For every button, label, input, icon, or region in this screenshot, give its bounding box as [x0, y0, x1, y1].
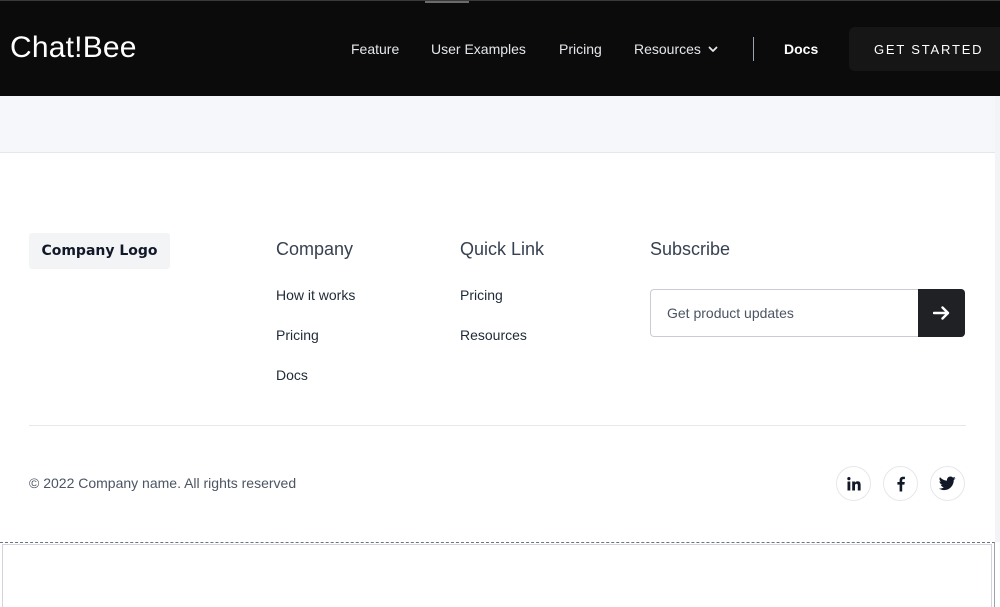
arrow-right-icon [932, 306, 949, 320]
linkedin-icon [846, 476, 861, 490]
scrollbar-track[interactable] [995, 96, 1000, 542]
quick-link-resources[interactable]: Resources [460, 327, 527, 343]
quick-link-pricing[interactable]: Pricing [460, 287, 503, 303]
company-heading: Company [276, 239, 354, 259]
subscribe-submit-button[interactable] [918, 289, 965, 337]
nav-resources-label: Resources [634, 41, 701, 57]
embedded-frame [2, 544, 992, 607]
subscribe-email-input[interactable] [650, 289, 918, 337]
twitter-icon [939, 476, 956, 491]
subscribe-heading: Subscribe [650, 239, 731, 259]
twitter-button[interactable] [930, 466, 965, 501]
footer-link-how-it-works[interactable]: How it works [276, 287, 355, 303]
copyright-text: © 2022 Company name. All rights reserved [29, 475, 297, 491]
nav-resources[interactable]: Resources [634, 41, 719, 57]
nav-pricing[interactable]: Pricing [559, 41, 602, 57]
nav-docs[interactable]: Docs [784, 41, 818, 57]
facebook-icon [896, 476, 905, 491]
subscribe-form [650, 289, 965, 337]
footer-link-docs[interactable]: Docs [276, 367, 308, 383]
hero-band [0, 96, 1000, 153]
company-logo[interactable]: Company Logo [29, 233, 170, 269]
quick-link-heading: Quick Link [460, 239, 545, 259]
footer-link-pricing[interactable]: Pricing [276, 327, 319, 343]
get-started-button[interactable]: GET STARTED [849, 27, 1000, 71]
linkedin-button[interactable] [836, 466, 871, 501]
nav-divider [753, 37, 754, 61]
brand-logo[interactable]: Chat!Bee [10, 31, 137, 65]
facebook-button[interactable] [883, 466, 918, 501]
top-navbar: Chat!Bee Feature User Examples Pricing R… [0, 0, 1000, 96]
nav-feature[interactable]: Feature [351, 41, 399, 57]
top-tab-marker [425, 1, 469, 3]
chevron-down-icon [708, 46, 718, 52]
footer-divider [29, 425, 966, 426]
nav-user-examples[interactable]: User Examples [431, 41, 526, 57]
